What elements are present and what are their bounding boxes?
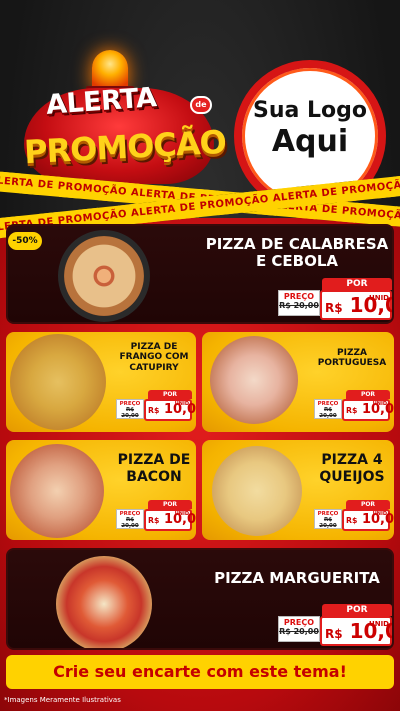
logo-line1: Sua Logo — [252, 98, 367, 123]
logo-line2: Aqui — [271, 124, 349, 159]
old-price-box: PREÇO R$ 20,00 — [278, 290, 320, 316]
old-price: R$ 20,00 — [319, 407, 337, 419]
old-price: R$ 20,00 — [121, 517, 139, 529]
pizza-calabresa-image — [64, 236, 144, 316]
offer-card-frango[interactable]: PIZZA DE FRANGO COM CATUPIRY POR PREÇO R… — [6, 332, 196, 432]
cta-button[interactable]: Crie seu encarte com este tema! — [6, 655, 394, 689]
price-tag: POR PREÇO R$ 20,00 R$ 10,00 UNID — [278, 604, 392, 648]
pizza-4-queijos-image — [212, 446, 302, 536]
old-price: R$ 20,00 — [279, 627, 319, 636]
old-price: R$ 20,00 — [121, 407, 139, 419]
offer-card-calabresa[interactable]: PIZZA DE CALABRESA E CEBOLA POR PREÇO R$… — [6, 224, 394, 324]
unit-label: UNID — [369, 620, 389, 628]
offer-card-bacon[interactable]: PIZZA DE BACON POR PREÇO R$ 20,00 R$ 10,… — [6, 440, 196, 540]
old-price-box: PREÇO R$ 20,00 — [278, 616, 320, 642]
offer-title: PIZZA 4 QUEIJOS — [319, 452, 385, 485]
por-label: POR — [148, 390, 192, 399]
old-price-box: PREÇO R$ 20,00 — [314, 399, 342, 419]
por-label: POR — [346, 390, 390, 399]
unit-label: UNID — [369, 294, 389, 302]
offer-title: PIZZA DE FRANGO COM CATUPIRY — [119, 342, 189, 373]
por-label: POR — [322, 604, 392, 616]
offer-card-portuguesa[interactable]: PIZZA PORTUGUESA POR PREÇO R$ 20,00 R$ 1… — [202, 332, 394, 432]
offer-title: PIZZA DE CALABRESA E CEBOLA — [205, 235, 389, 271]
footnote: *Imagens Meramente Ilustrativas — [4, 696, 121, 704]
old-price-box: PREÇO R$ 20,00 — [314, 509, 342, 529]
price-tag: POR PREÇO R$ 20,00 R$ 10,00 UNID — [314, 500, 394, 534]
offer-card-marguerita[interactable]: PIZZA MARGUERITA POR PREÇO R$ 20,00 R$ 1… — [6, 548, 394, 650]
por-label: POR — [322, 278, 392, 290]
discount-badge: -50% — [8, 232, 42, 250]
pizza-marguerita-image — [56, 556, 152, 648]
unit-label: UNID — [174, 401, 189, 407]
offer-title: PIZZA PORTUGUESA — [317, 348, 387, 369]
old-price: R$ 20,00 — [279, 301, 319, 310]
unit-label: UNID — [174, 511, 189, 517]
old-price-box: PREÇO R$ 20,00 — [116, 509, 144, 529]
por-label: POR — [148, 500, 192, 509]
offer-card-4-queijos[interactable]: PIZZA 4 QUEIJOS POR PREÇO R$ 20,00 R$ 10… — [202, 440, 394, 540]
unit-label: UNID — [372, 401, 387, 407]
flyer: ALERTA de PROMOÇÃO Sua Logo Aqui ALERTA … — [0, 0, 400, 711]
pizza-portuguesa-image — [210, 336, 298, 424]
old-price: R$ 20,00 — [319, 517, 337, 529]
de-bubble: de — [190, 96, 212, 114]
price-tag: POR PREÇO R$ 20,00 R$ 10,00 UNID — [314, 390, 394, 424]
por-label: POR — [346, 500, 390, 509]
old-price-box: PREÇO R$ 20,00 — [116, 399, 144, 419]
offer-title: PIZZA MARGUERITA — [214, 569, 380, 587]
pizza-bacon-image — [10, 444, 104, 538]
offer-title: PIZZA DE BACON — [117, 452, 191, 485]
pizza-frango-image — [10, 334, 106, 430]
unit-label: UNID — [372, 511, 387, 517]
price-tag: POR PREÇO R$ 20,00 R$ 10,00 UNID — [278, 278, 392, 322]
price-tag: POR PREÇO R$ 20,00 R$ 10,00 UNID — [116, 500, 196, 534]
price-tag: POR PREÇO R$ 20,00 R$ 10,00 UNID — [116, 390, 196, 424]
